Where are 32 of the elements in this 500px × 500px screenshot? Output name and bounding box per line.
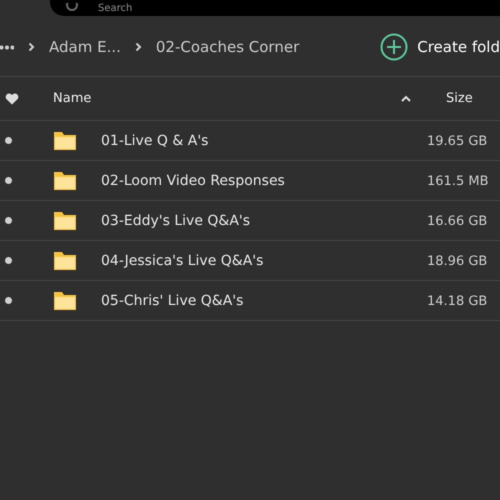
search-field[interactable]: Search — [98, 2, 178, 14]
dot-icon — [5, 177, 12, 184]
folder-icon — [53, 170, 77, 190]
folder-name[interactable]: 04-Jessica's Live Q&A's — [101, 252, 264, 268]
file-size: 14.18 GB — [427, 294, 488, 308]
folder-icon — [53, 210, 77, 230]
search-icon — [66, 3, 80, 13]
more-icon[interactable] — [0, 44, 14, 50]
folder-name[interactable]: 03-Eddy's Live Q&A's — [101, 212, 250, 228]
dot-icon — [5, 137, 12, 144]
folder-icon — [53, 130, 77, 150]
chevron-icon — [134, 42, 142, 52]
folder-icon — [53, 250, 77, 270]
column-header[interactable]: Size — [446, 91, 473, 106]
folder-name[interactable]: 05-Chris' Live Q&A's — [101, 292, 244, 308]
chevron-icon — [28, 42, 35, 52]
file-size: 19.65 GB — [427, 134, 488, 148]
dot-icon — [5, 217, 12, 224]
folder-name[interactable]: 02-Loom Video Responses — [101, 172, 285, 188]
breadcrumb-link[interactable]: 02-Coaches Corner — [156, 38, 300, 56]
breadcrumb-link[interactable]: Adam E... — [49, 38, 121, 56]
heart-icon — [5, 92, 19, 104]
dot-icon — [5, 297, 12, 304]
column-header[interactable]: Name — [53, 91, 92, 106]
file-size: 18.96 GB — [427, 254, 488, 268]
plus-icon — [380, 33, 408, 61]
folder-icon — [53, 290, 77, 310]
file-size: 16.66 GB — [427, 214, 488, 228]
dot-icon — [5, 257, 12, 264]
create-folder-button[interactable]: Create fold — [380, 33, 500, 61]
file-size: 161.5 MB — [427, 174, 488, 188]
folder-name[interactable]: 01-Live Q & A's — [101, 132, 208, 148]
